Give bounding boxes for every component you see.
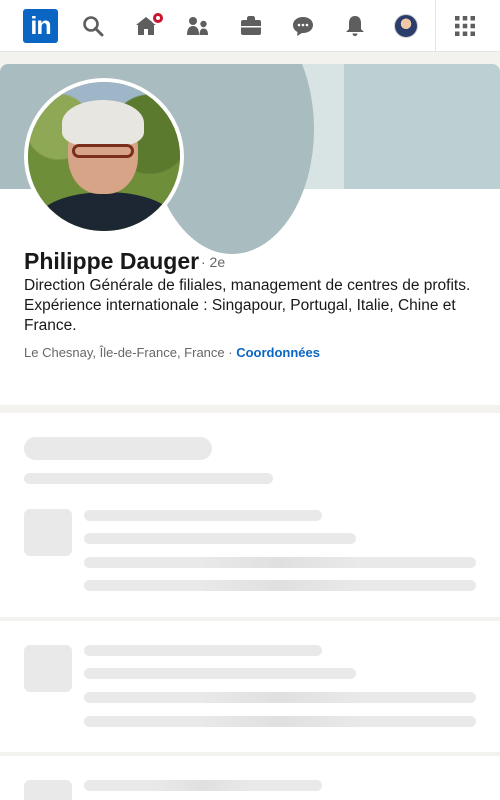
skeleton-line [84, 668, 356, 679]
location-separator: · [224, 345, 237, 360]
skeleton-line [84, 780, 322, 791]
network-button[interactable] [178, 0, 218, 52]
briefcase-icon [241, 16, 261, 35]
skeleton-line [84, 557, 476, 568]
notification-badge [151, 11, 165, 25]
apps-button[interactable] [445, 0, 485, 52]
loading-section-card [0, 621, 500, 752]
bell-icon [346, 16, 364, 36]
me-menu-button[interactable] [386, 0, 426, 52]
home-button[interactable] [126, 0, 166, 52]
profile-location: Le Chesnay, Île-de-France, France [24, 345, 225, 360]
avatar [394, 14, 418, 38]
profile-name: Philippe Dauger [24, 248, 200, 274]
connection-degree: · 2e [201, 254, 226, 270]
profile-headline: Direction Générale de filiales, manageme… [24, 277, 471, 334]
profile-card: Philippe Dauger · 2e Direction Générale … [0, 64, 500, 405]
photo-hair [62, 100, 144, 146]
loading-section-card [0, 756, 500, 800]
linkedin-logo[interactable]: in [23, 9, 58, 43]
skeleton-thumbnail [24, 780, 72, 800]
skeleton-title [24, 437, 212, 460]
photo-glasses [72, 144, 134, 158]
chat-icon [293, 17, 313, 36]
nav-divider [435, 0, 436, 52]
skeleton-line [84, 510, 322, 521]
notifications-button[interactable] [335, 0, 375, 52]
skeleton-line [84, 645, 322, 656]
skeleton-thumbnail [24, 645, 72, 692]
grid-icon [455, 16, 475, 36]
skeleton-line [84, 533, 356, 544]
skeleton-line [84, 692, 476, 703]
top-navigation-bar: in [0, 0, 500, 52]
search-icon [83, 16, 104, 37]
skeleton-subtitle [24, 473, 273, 484]
skeleton-line [84, 580, 476, 591]
skeleton-line [84, 716, 476, 727]
location-row: Le Chesnay, Île-de-France, France · Coor… [24, 345, 320, 360]
skeleton-thumbnail [24, 509, 72, 556]
profile-photo[interactable] [24, 78, 184, 235]
loading-section-card [0, 413, 500, 617]
messaging-button[interactable] [283, 0, 323, 52]
banner-band-right [344, 64, 500, 189]
contact-info-link[interactable]: Coordonnées [236, 345, 320, 360]
jobs-button[interactable] [231, 0, 271, 52]
search-button[interactable] [73, 0, 113, 52]
people-icon [187, 17, 208, 35]
